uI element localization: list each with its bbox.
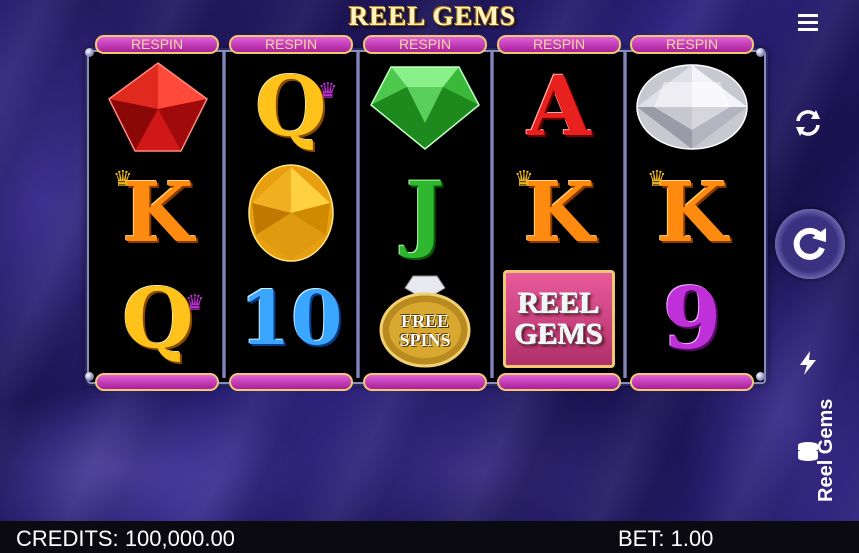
game-logo: REEL GEMS	[348, 1, 517, 31]
king-card-symbol: K ♛	[113, 165, 194, 261]
game-title-vertical: Reel Gems	[815, 398, 837, 502]
reel-footer-bar	[95, 373, 219, 391]
bet-value: 1.00	[670, 526, 714, 551]
respin-button-reel-2[interactable]: RESPIN	[229, 35, 353, 54]
green-gem-symbol	[360, 54, 490, 160]
bet-label: BET:	[618, 526, 665, 551]
respin-button-reel-1[interactable]: RESPIN	[95, 35, 219, 54]
ace-card-symbol: A	[527, 59, 591, 155]
bet-display[interactable]: BET: 1.00	[618, 526, 713, 552]
reel-1: K ♛ Q ♛	[93, 54, 223, 376]
credits-value: 100,000.00	[124, 526, 235, 551]
queen-card-symbol: Q ♛	[255, 59, 338, 155]
frame-bolt	[756, 48, 765, 57]
yellow-gem-symbol	[226, 160, 356, 266]
free-spins-ring-symbol: FREE SPINS	[360, 266, 490, 372]
queen-card-symbol: Q ♛	[122, 271, 205, 367]
reel-footer-bar	[630, 373, 754, 391]
autoplay-icon[interactable]	[780, 103, 836, 143]
respin-button-reel-4[interactable]: RESPIN	[497, 35, 621, 54]
respin-button-reel-5[interactable]: RESPIN	[630, 35, 754, 54]
spin-button[interactable]	[775, 209, 845, 279]
jack-card-symbol: J	[405, 165, 445, 261]
reel-2: Q ♛ 10	[226, 54, 356, 376]
king-card-symbol: K ♛	[647, 165, 728, 261]
credits-label: CREDITS:	[16, 526, 119, 551]
red-gem-symbol	[93, 54, 223, 160]
ten-card-symbol: 10	[239, 276, 343, 362]
frame-bolt	[756, 372, 765, 381]
credits-display: CREDITS: 100,000.00	[16, 526, 235, 552]
hamburger-menu-icon[interactable]	[780, 2, 836, 42]
diamond-symbol	[627, 54, 757, 160]
reel-3: J FREE SPINS	[360, 54, 490, 376]
respin-button-reel-3[interactable]: RESPIN	[363, 35, 487, 54]
reel-4: A K ♛ REEL GEMS	[494, 54, 624, 376]
reel-footer-bar	[363, 373, 487, 391]
spin-icon	[793, 227, 826, 260]
nine-card-symbol: 9	[662, 269, 722, 368]
reel-footer-bar	[229, 373, 353, 391]
lightning-icon[interactable]	[780, 343, 836, 383]
king-card-symbol: K ♛	[514, 165, 595, 261]
reel-footer-bar	[497, 373, 621, 391]
reel-gems-wild-symbol: REEL GEMS	[494, 266, 624, 372]
reel-5: K ♛ 9	[627, 54, 757, 376]
